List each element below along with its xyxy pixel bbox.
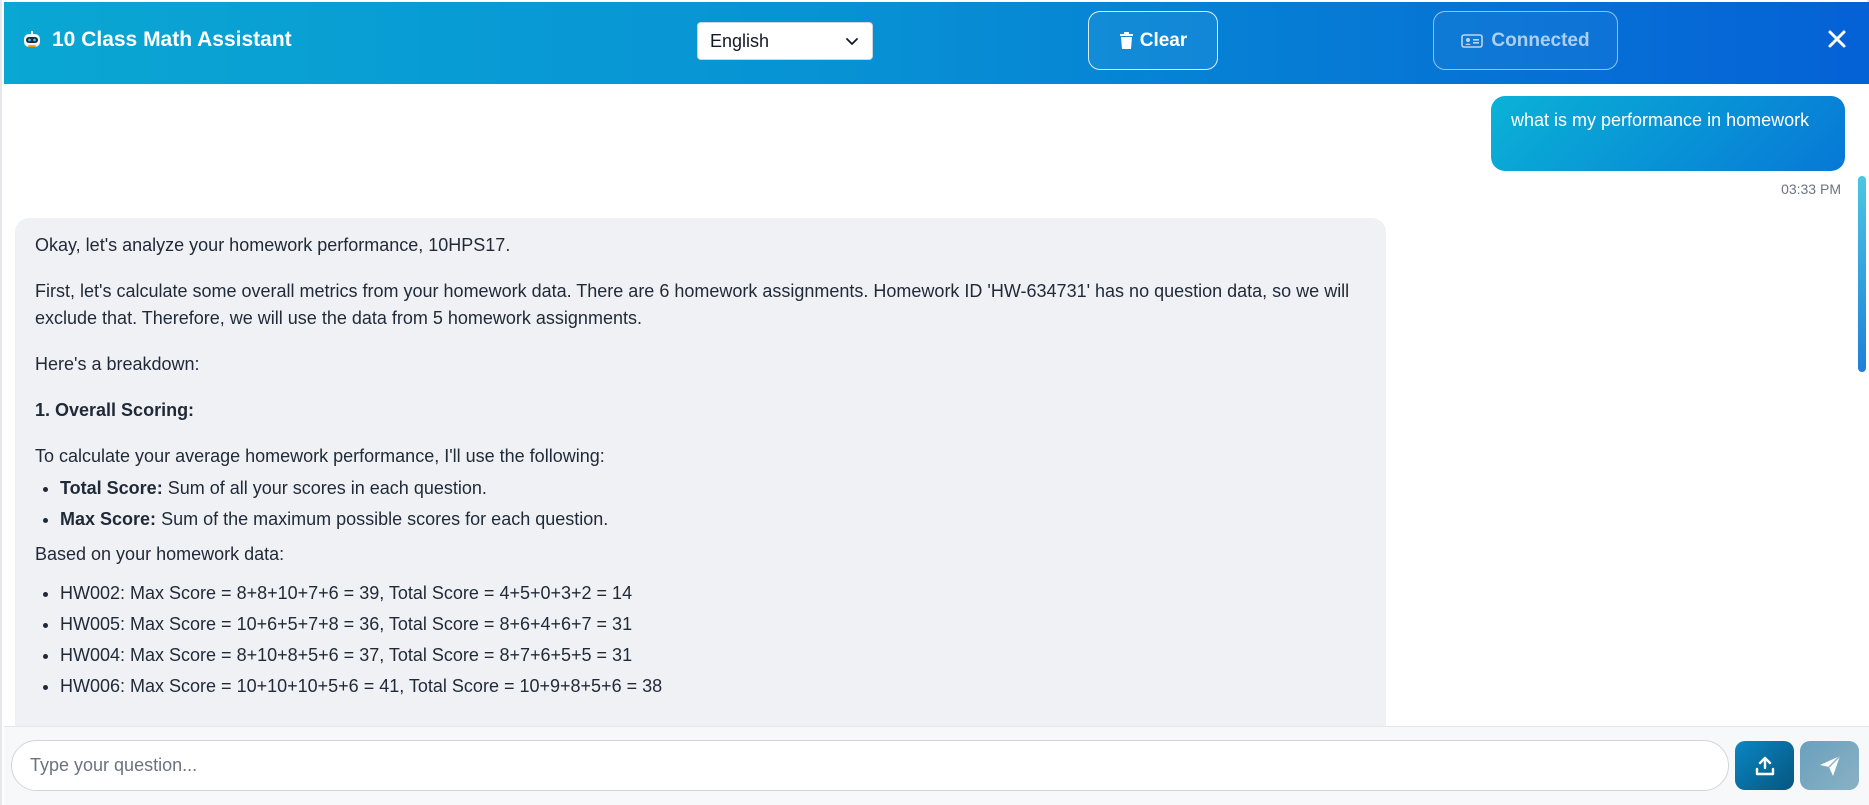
definition-term: Total Score:	[60, 478, 163, 498]
assistant-paragraph: To calculate your average homework perfo…	[35, 446, 605, 466]
assistant-paragraph: First, let's calculate some overall metr…	[35, 281, 1350, 328]
connected-button[interactable]: Connected	[1433, 11, 1618, 70]
send-icon	[1819, 755, 1840, 776]
assistant-paragraph: Based on your homework data:	[35, 544, 285, 564]
upload-button[interactable]	[1735, 741, 1794, 790]
app-title: 10 Class Math Assistant	[52, 28, 292, 51]
definitions-list: Total Score: Sum of all your scores in e…	[35, 475, 1366, 533]
clear-button-label: Clear	[1139, 29, 1188, 51]
composer	[4, 726, 1869, 805]
chevron-down-icon	[846, 38, 858, 45]
language-select-value: English	[710, 30, 770, 51]
question-input[interactable]	[11, 740, 1729, 791]
definition-desc: Sum of the maximum possible scores for e…	[161, 509, 609, 529]
assistant-section-title: 1. Overall Scoring:	[35, 400, 195, 420]
brand: 10 Class Math Assistant	[22, 28, 292, 52]
chat-scrollbar[interactable]	[1858, 176, 1866, 372]
user-message-time: 03:33 PM	[1781, 181, 1841, 197]
list-item: Max Score: Sum of the maximum possible s…	[60, 506, 1366, 533]
robot-icon	[24, 31, 40, 47]
list-item: HW005: Max Score = 10+6+5+7+8 = 36, Tota…	[60, 611, 1366, 638]
close-icon	[1828, 30, 1846, 48]
user-message-bubble: what is my performance in homework	[1491, 96, 1845, 171]
list-item: HW002: Max Score = 8+8+10+7+6 = 39, Tota…	[60, 580, 1366, 607]
connected-button-label: Connected	[1491, 29, 1590, 51]
homework-list: HW002: Max Score = 8+8+10+7+6 = 39, Tota…	[35, 580, 1366, 700]
definition-desc: Sum of all your scores in each question.	[167, 478, 487, 498]
definition-term: Max Score:	[60, 509, 157, 529]
chat-app: 10 Class Math Assistant English Clear Co…	[0, 0, 1869, 805]
id-card-icon	[1461, 33, 1484, 48]
list-item: HW006: Max Score = 10+10+10+5+6 = 41, To…	[60, 673, 1366, 700]
language-select[interactable]: English	[697, 22, 873, 60]
close-button[interactable]	[1824, 26, 1850, 52]
trash-icon	[1119, 31, 1133, 49]
chat-messages[interactable]: what is my performance in homework 03:33…	[4, 84, 1869, 726]
header-bar: 10 Class Math Assistant English Clear Co…	[4, 2, 1869, 84]
assistant-intro: Okay, let's analyze your homework perfor…	[35, 235, 511, 255]
assistant-message-bubble: Okay, let's analyze your homework perfor…	[15, 218, 1386, 726]
list-item: HW004: Max Score = 8+10+8+5+6 = 37, Tota…	[60, 642, 1366, 669]
upload-icon	[1755, 756, 1774, 775]
list-item: Total Score: Sum of all your scores in e…	[60, 475, 1366, 502]
send-button[interactable]	[1800, 741, 1859, 790]
assistant-paragraph: Here's a breakdown:	[35, 354, 200, 374]
user-message-text: what is my performance in homework	[1511, 110, 1810, 130]
clear-button[interactable]: Clear	[1088, 11, 1218, 70]
